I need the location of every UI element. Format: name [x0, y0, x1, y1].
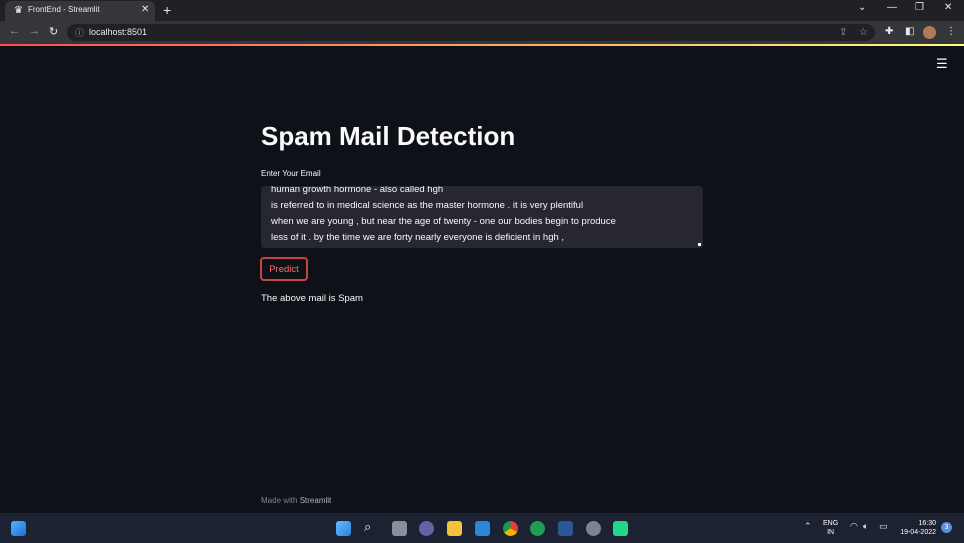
- new-tab-button[interactable]: +: [163, 2, 171, 18]
- browser-menu-kebab-icon[interactable]: ⋮: [946, 26, 956, 37]
- url-text: localhost:8501: [89, 27, 148, 37]
- teams-chat-icon[interactable]: [419, 521, 434, 536]
- streamlit-favicon-icon: ♛: [14, 5, 23, 16]
- hamburger-menu-icon[interactable]: ☰: [936, 56, 948, 72]
- task-view-icon[interactable]: [392, 521, 407, 536]
- forward-arrow-icon[interactable]: →: [29, 25, 40, 37]
- chrome-icon[interactable]: [503, 521, 518, 536]
- email-input-label: Enter Your Email: [261, 169, 321, 178]
- region-code: IN: [827, 529, 835, 536]
- browser-tab[interactable]: ♛ FrontEnd - Streamlit ✕: [5, 1, 155, 21]
- prediction-result: The above mail is Spam: [261, 293, 363, 304]
- wifi-icon[interactable]: ◠: [850, 521, 858, 532]
- email-textarea[interactable]: human growth hormone - also called hgh i…: [261, 186, 703, 248]
- info-icon[interactable]: ⓘ: [75, 26, 84, 39]
- address-bar[interactable]: ⓘ localhost:8501 ⇪ ☆: [67, 24, 875, 41]
- footer: Made with Streamlit: [261, 496, 331, 505]
- tab-close-icon[interactable]: ✕: [141, 4, 149, 15]
- search-icon[interactable]: ⌕: [364, 519, 371, 535]
- widgets-icon[interactable]: [11, 521, 26, 536]
- language-code: ENG: [823, 520, 839, 527]
- page-title: Spam Mail Detection: [261, 121, 516, 151]
- profile-avatar[interactable]: [923, 26, 936, 39]
- settings-gear-icon[interactable]: [586, 521, 601, 536]
- footer-prefix: Made with: [261, 496, 298, 505]
- tab-strip: ♛ FrontEnd - Streamlit ✕ + ⌄ — ❐ ✕: [0, 0, 964, 21]
- share-icon[interactable]: ⇪: [839, 27, 847, 38]
- email-text-line: less of it . by the time we are forty ne…: [271, 232, 565, 243]
- upwork-icon[interactable]: [530, 521, 545, 536]
- side-panel-icon[interactable]: ◧: [905, 26, 914, 37]
- tab-search-dropdown-icon[interactable]: ⌄: [858, 2, 866, 13]
- back-arrow-icon[interactable]: ←: [9, 25, 20, 37]
- predict-button[interactable]: Predict: [260, 257, 308, 281]
- taskbar: ⌕ ⌃ ENG IN ◠ 🔈︎ ▭ 16:30 19-04-2022 3: [0, 513, 964, 543]
- notification-badge[interactable]: 3: [941, 522, 952, 533]
- email-text-line: when we are young , but near the age of …: [271, 216, 616, 227]
- battery-icon[interactable]: ▭: [879, 521, 888, 532]
- reload-icon[interactable]: ↻: [49, 25, 58, 38]
- close-window-button[interactable]: ✕: [944, 2, 952, 13]
- tray-chevron-up-icon[interactable]: ⌃: [804, 521, 812, 532]
- minimize-button[interactable]: —: [887, 2, 897, 13]
- volume-icon[interactable]: 🔈︎: [863, 521, 868, 532]
- textarea-resize-handle[interactable]: [698, 243, 701, 246]
- toolbar: ← → ↻ ⓘ localhost:8501 ⇪ ☆ ✚ ◧ ⋮: [0, 21, 964, 44]
- clock-date: 19-04-2022: [900, 529, 936, 536]
- clock[interactable]: 16:30 19-04-2022: [898, 519, 936, 537]
- language-indicator[interactable]: ENG IN: [823, 519, 838, 537]
- mail-icon[interactable]: [475, 521, 490, 536]
- tab-title: FrontEnd - Streamlit: [28, 5, 100, 14]
- pycharm-icon[interactable]: [613, 521, 628, 536]
- streamlit-link[interactable]: Streamlit: [300, 496, 332, 505]
- email-text-line: is referred to in medical science as the…: [271, 200, 584, 211]
- email-text-line: human growth hormone - also called hgh: [271, 186, 444, 195]
- file-explorer-icon[interactable]: [447, 521, 462, 536]
- streamlit-decoration-bar: [0, 44, 964, 46]
- windows-start-icon[interactable]: [336, 521, 351, 536]
- word-icon[interactable]: [558, 521, 573, 536]
- bookmark-star-icon[interactable]: ☆: [859, 27, 868, 38]
- extensions-puzzle-icon[interactable]: ✚: [885, 26, 893, 37]
- restore-button[interactable]: ❐: [915, 2, 924, 13]
- clock-time: 16:30: [918, 520, 936, 527]
